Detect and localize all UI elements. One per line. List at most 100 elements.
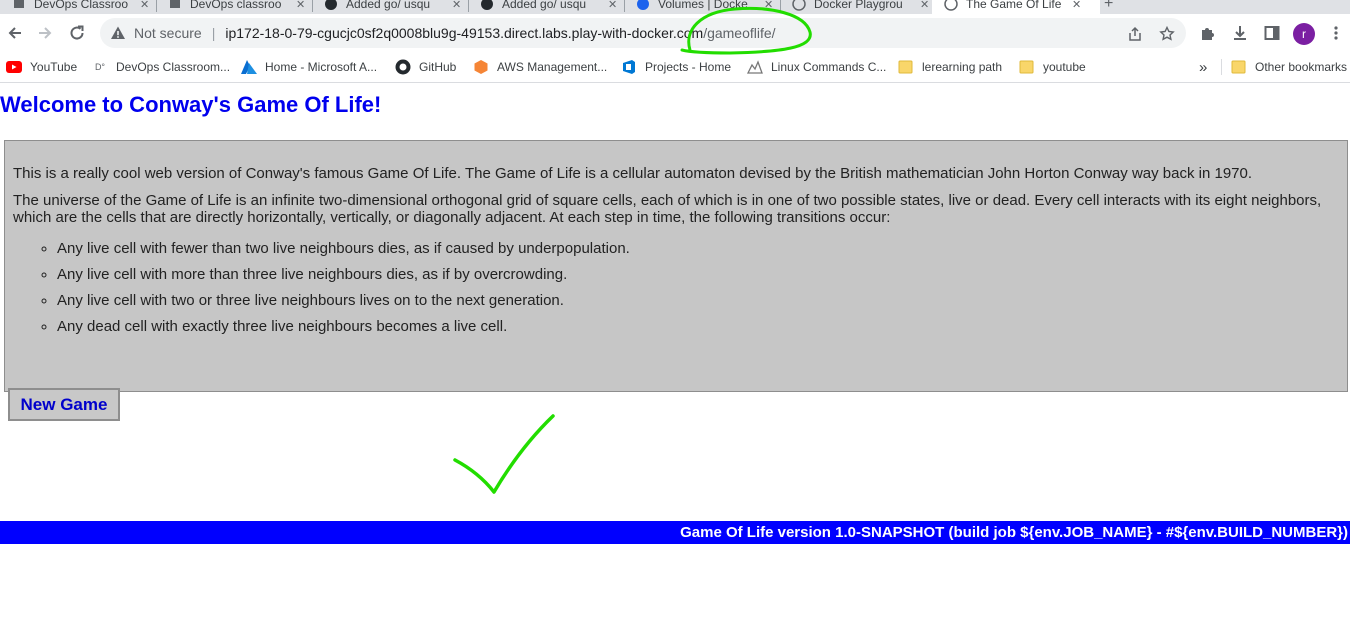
arrow-right-icon bbox=[39, 27, 52, 39]
tab-divider bbox=[312, 0, 313, 12]
share-icon[interactable] bbox=[1126, 25, 1144, 43]
menu-button[interactable] bbox=[1325, 22, 1347, 44]
rule-item: Any live cell with fewer than two live n… bbox=[57, 240, 1339, 257]
rule-item: Any live cell with more than three live … bbox=[57, 266, 1339, 283]
url-path: /gameoflife/ bbox=[703, 25, 776, 41]
close-icon[interactable]: ✕ bbox=[140, 0, 149, 11]
bookmark-label: youtube bbox=[1043, 60, 1086, 74]
download-button[interactable] bbox=[1229, 22, 1251, 44]
folder-icon bbox=[898, 59, 914, 75]
address-bar[interactable]: Not secure | ip172-18-0-79-cgucjc0sf2q00… bbox=[100, 18, 1186, 48]
bookmark-github[interactable]: GitHub bbox=[395, 57, 456, 77]
bookmark-linux-commands[interactable]: Linux Commands C... bbox=[747, 57, 886, 77]
kebab-menu-icon bbox=[1334, 26, 1338, 40]
arrow-left-icon bbox=[8, 27, 21, 39]
bookmarks-divider bbox=[1221, 59, 1222, 75]
folder-icon bbox=[1231, 59, 1247, 75]
tab-github-1[interactable]: Added go/ usqu ✕ bbox=[324, 0, 461, 14]
bookmark-label: Projects - Home bbox=[645, 60, 732, 74]
download-icon bbox=[1234, 26, 1246, 40]
tab-label: Volumes | Docke bbox=[658, 0, 748, 11]
bookmark-label: GitHub bbox=[419, 60, 457, 74]
puzzle-icon bbox=[1202, 28, 1214, 40]
tab-game-of-life[interactable]: The Game Of Life ✕ bbox=[932, 0, 1100, 14]
aws-icon bbox=[473, 59, 489, 75]
side-panel-button[interactable] bbox=[1261, 22, 1283, 44]
bookmark-folder-lerearning-path[interactable]: lerearning path bbox=[898, 57, 1002, 77]
youtube-icon bbox=[6, 59, 22, 75]
reload-icon bbox=[70, 25, 84, 40]
version-footer: Game Of Life version 1.0-SNAPSHOT (build… bbox=[0, 521, 1350, 544]
bookmark-label: YouTube bbox=[30, 60, 78, 74]
tab-divider bbox=[156, 0, 157, 12]
annotation-checkmark bbox=[453, 414, 555, 494]
github-icon bbox=[324, 0, 338, 11]
star-icon[interactable] bbox=[1158, 25, 1176, 43]
tab-label: DevOps Classroo bbox=[34, 0, 129, 11]
new-tab-button[interactable]: + bbox=[1104, 0, 1113, 14]
bookmark-label: Linux Commands C... bbox=[771, 60, 887, 74]
globe-icon bbox=[944, 0, 958, 11]
bookmark-aws[interactable]: AWS Management... bbox=[473, 57, 607, 77]
page-title: Welcome to Conway's Game Of Life! bbox=[0, 92, 382, 117]
bookmarks-overflow-button[interactable]: » bbox=[1199, 57, 1207, 77]
close-icon[interactable]: ✕ bbox=[608, 0, 617, 11]
close-icon[interactable]: ✕ bbox=[452, 0, 461, 11]
close-icon[interactable]: ✕ bbox=[296, 0, 305, 11]
plus-icon: + bbox=[1104, 0, 1114, 12]
new-game-button[interactable]: New Game bbox=[8, 388, 120, 421]
close-icon[interactable]: ✕ bbox=[920, 0, 929, 11]
globe-icon bbox=[792, 0, 806, 11]
tab-strip: DevOps Classroo ✕ DevOps classroo ✕ Adde… bbox=[0, 0, 1350, 14]
warning-icon[interactable] bbox=[110, 25, 126, 41]
bookmark-label: AWS Management... bbox=[497, 60, 608, 74]
tab-label: The Game Of Life bbox=[966, 0, 1062, 11]
bookmark-label: Home - Microsoft A... bbox=[265, 60, 378, 74]
bookmark-projects-home[interactable]: Projects - Home bbox=[621, 57, 731, 77]
reload-button[interactable] bbox=[66, 22, 88, 44]
url-host: ip172-18-0-79-cgucjc0sf2q0008blu9g-49153… bbox=[225, 25, 704, 41]
intro-paragraph: This is a really cool web version of Con… bbox=[13, 165, 1253, 182]
bookmark-label: lerearning path bbox=[922, 60, 1003, 74]
extensions-button[interactable] bbox=[1197, 22, 1219, 44]
forward-button[interactable] bbox=[34, 22, 56, 44]
back-button[interactable] bbox=[4, 22, 26, 44]
tab-label: Docker Playgrou bbox=[814, 0, 903, 11]
tab-divider bbox=[624, 0, 625, 12]
browser-toolbar: Not secure | ip172-18-0-79-cgucjc0sf2q00… bbox=[0, 14, 1350, 52]
intro-paragraph: The universe of the Game of Life is an i… bbox=[13, 192, 1322, 226]
intro-panel: This is a really cool web version of Con… bbox=[4, 140, 1348, 392]
bookmark-folder-youtube[interactable]: youtube bbox=[1019, 57, 1086, 77]
devops-icon: D° bbox=[94, 62, 106, 72]
close-icon[interactable]: ✕ bbox=[764, 0, 773, 11]
tab-label: Added go/ usqu bbox=[346, 0, 431, 11]
tab-github-2[interactable]: Added go/ usqu ✕ bbox=[480, 0, 617, 14]
bookmark-devops-classroom[interactable]: D° DevOps Classroom... bbox=[92, 57, 230, 77]
tab-docker-volumes[interactable]: Volumes | Docke ✕ bbox=[636, 0, 773, 14]
devops-icon bbox=[12, 0, 26, 11]
tab-divider bbox=[468, 0, 469, 12]
address-divider: | bbox=[211, 25, 216, 41]
tab-label: Added go/ usqu bbox=[502, 0, 587, 11]
docker-icon bbox=[636, 0, 650, 11]
bookmark-label: Other bookmarks bbox=[1255, 60, 1348, 74]
tab-devops-1[interactable]: DevOps Classroo ✕ bbox=[12, 0, 149, 14]
rule-item: Any live cell with two or three live nei… bbox=[57, 292, 1339, 309]
profile-avatar[interactable]: r bbox=[1293, 23, 1315, 45]
linux-icon bbox=[747, 59, 763, 75]
tab-devops-2[interactable]: DevOps classroo ✕ bbox=[168, 0, 305, 14]
tab-label: DevOps classroo bbox=[190, 0, 282, 11]
github-icon bbox=[395, 59, 411, 75]
bookmark-label: DevOps Classroom... bbox=[116, 60, 231, 74]
azure-icon bbox=[241, 59, 257, 75]
tab-divider bbox=[780, 0, 781, 12]
security-label: Not secure bbox=[134, 25, 202, 41]
side-panel-icon bbox=[1264, 26, 1280, 40]
rule-item: Any dead cell with exactly three live ne… bbox=[57, 318, 1339, 335]
tab-docker-playground[interactable]: Docker Playgrou ✕ bbox=[792, 0, 929, 14]
bookmark-microsoft-azure[interactable]: Home - Microsoft A... bbox=[241, 57, 377, 77]
bookmark-youtube[interactable]: YouTube bbox=[6, 57, 77, 77]
other-bookmarks-folder[interactable]: Other bookmarks bbox=[1231, 57, 1347, 77]
rules-list: Any live cell with fewer than two live n… bbox=[13, 240, 1339, 335]
close-icon[interactable]: ✕ bbox=[1072, 0, 1081, 11]
